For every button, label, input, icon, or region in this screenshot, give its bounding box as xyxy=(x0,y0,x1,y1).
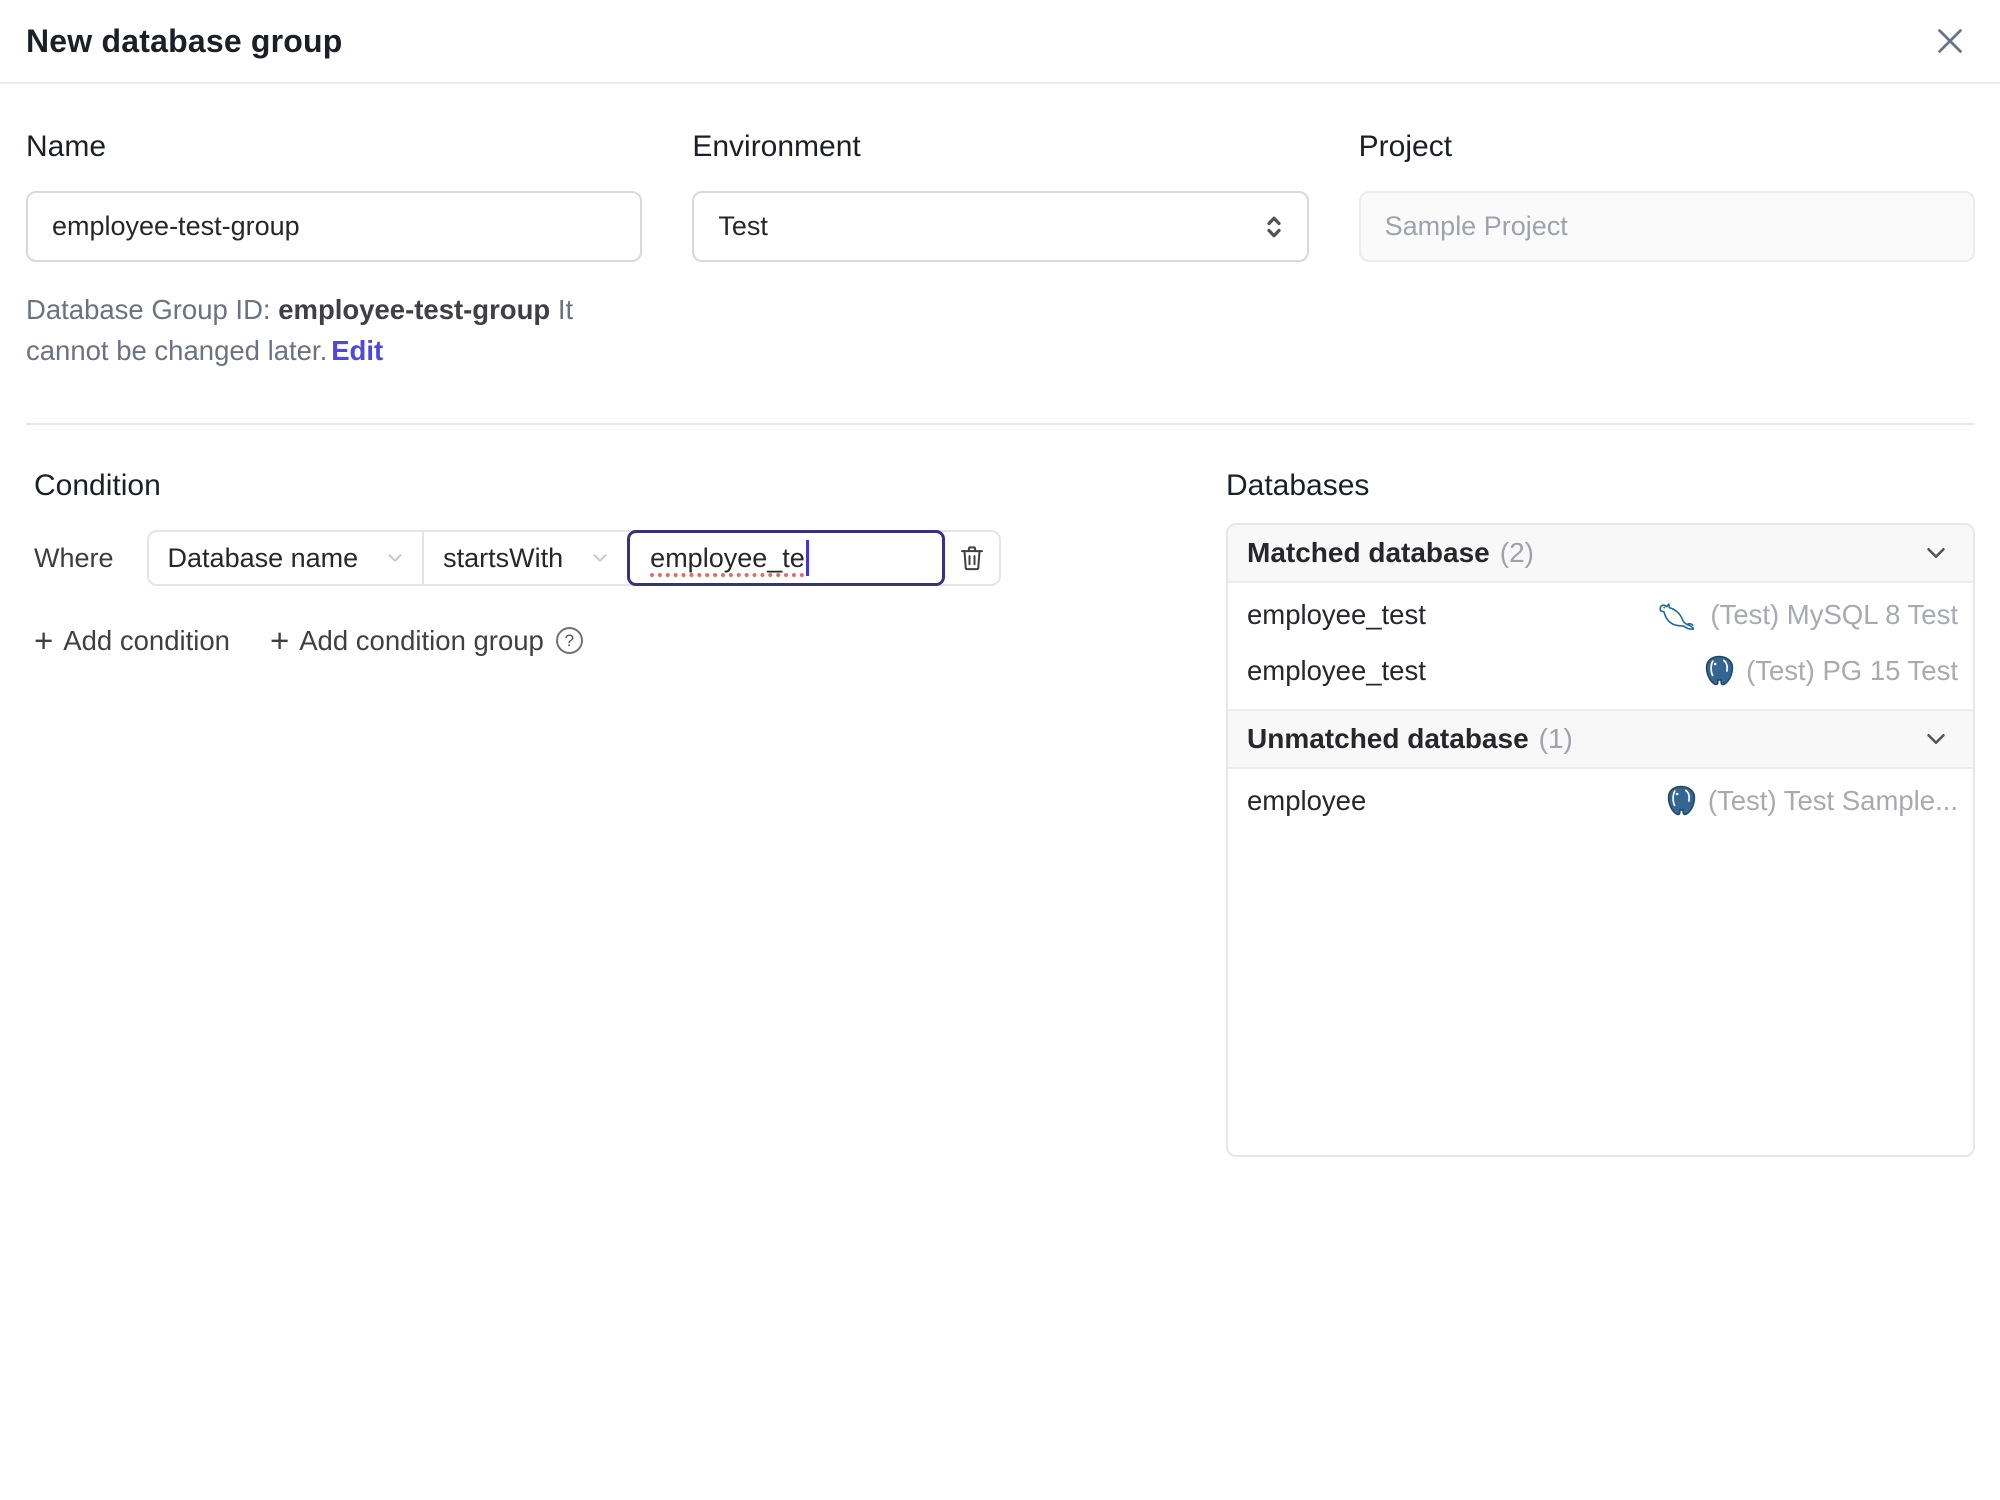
condition-value-text: employee_te xyxy=(650,542,805,573)
condition-row: Where Database name startsWith employee_… xyxy=(34,530,1226,586)
chevron-down-icon xyxy=(384,547,406,569)
unmatched-database-count: (1) xyxy=(1538,723,1573,754)
environment-select[interactable]: Test xyxy=(692,191,1309,262)
add-condition-label: Add condition xyxy=(63,624,230,656)
plus-icon: + xyxy=(269,622,290,659)
name-label: Name xyxy=(26,130,107,163)
databases-panel-empty-space xyxy=(1228,839,1973,1155)
add-condition-group-button[interactable]: + Add condition group ? xyxy=(270,624,583,657)
database-row[interactable]: employee (Test) Test Sample... xyxy=(1228,773,1973,829)
group-id-value: employee-test-group xyxy=(278,294,551,325)
condition-section: Condition Where Database name startsWith… xyxy=(26,469,1226,657)
unmatched-database-rows: employee (Test) Test Sample... xyxy=(1228,769,1973,839)
unmatched-database-header[interactable]: Unmatched database (1) xyxy=(1228,709,1973,769)
matched-database-header[interactable]: Matched database (2) xyxy=(1228,525,1973,583)
project-label: Project xyxy=(1358,130,1453,163)
database-instance-label: (Test) MySQL 8 Test xyxy=(1710,599,1958,630)
condition-value-input[interactable]: employee_te xyxy=(627,530,946,586)
database-instance-label: (Test) Test Sample... xyxy=(1707,785,1958,816)
close-icon xyxy=(1932,23,1968,59)
condition-operator-value: startsWith xyxy=(443,542,564,573)
matched-database-rows: employee_test (Test) MySQL 8 Test employ… xyxy=(1228,583,1973,709)
environment-selected-value: Test xyxy=(718,211,768,241)
environment-field-group: Environment Test xyxy=(692,130,1309,371)
text-caret xyxy=(805,540,809,576)
postgresql-icon xyxy=(1701,653,1737,689)
collapse-chevron-icon xyxy=(1921,538,1951,568)
add-condition-group-label: Add condition group xyxy=(299,624,544,656)
databases-panel: Matched database (2) employee_test (Test… xyxy=(1226,523,1975,1157)
edit-link[interactable]: Edit xyxy=(331,335,383,366)
condition-operator-select[interactable]: startsWith xyxy=(424,532,627,584)
form-grid: Name Database Group ID: employee-test-gr… xyxy=(26,130,1975,371)
dialog-header: New database group xyxy=(0,0,2000,84)
database-name: employee xyxy=(1247,785,1367,816)
databases-section: Databases Matched database (2) employee_t… xyxy=(1226,469,1975,1157)
environment-label: Environment xyxy=(692,130,861,163)
database-row[interactable]: employee_test (Test) MySQL 8 Test xyxy=(1228,587,1973,643)
database-name: employee_test xyxy=(1247,599,1426,630)
project-input xyxy=(1358,191,1975,262)
condition-actions: + Add condition + Add condition group ? xyxy=(34,624,1226,657)
unmatched-database-title: Unmatched database (1) xyxy=(1247,723,1573,754)
postgresql-icon xyxy=(1663,783,1699,819)
condition-heading: Condition xyxy=(34,469,161,502)
database-instance: (Test) PG 15 Test xyxy=(1701,653,1958,689)
select-stepper-icon xyxy=(1259,212,1289,242)
database-instance-label: (Test) PG 15 Test xyxy=(1746,655,1958,686)
trash-icon xyxy=(957,543,987,573)
condition-factor-value: Database name xyxy=(167,542,359,573)
database-instance: (Test) MySQL 8 Test xyxy=(1657,597,1958,633)
group-id-note-prefix: Database Group ID: xyxy=(26,294,279,325)
close-button[interactable] xyxy=(1928,19,1972,63)
name-field-group: Name Database Group ID: employee-test-gr… xyxy=(26,130,643,371)
database-row[interactable]: employee_test (Test) PG 15 Test xyxy=(1228,643,1973,699)
group-id-note: Database Group ID: employee-test-group I… xyxy=(26,289,642,371)
dialog-title: New database group xyxy=(26,22,343,59)
mysql-icon xyxy=(1657,597,1701,633)
name-input[interactable] xyxy=(26,191,643,262)
database-name: employee_test xyxy=(1247,655,1426,686)
condition-factor-select[interactable]: Database name xyxy=(149,532,423,584)
section-divider xyxy=(26,423,1975,425)
chevron-down-icon xyxy=(589,547,611,569)
databases-heading: Databases xyxy=(1226,469,1370,502)
matched-database-count: (2) xyxy=(1499,537,1534,568)
condition-expression-group: Database name startsWith employee_te xyxy=(146,530,1002,586)
where-label: Where xyxy=(34,542,114,573)
project-field-group: Project xyxy=(1358,130,1975,371)
collapse-chevron-icon xyxy=(1921,724,1951,754)
database-instance: (Test) Test Sample... xyxy=(1663,783,1958,819)
add-condition-button[interactable]: + Add condition xyxy=(34,624,230,657)
plus-icon: + xyxy=(34,622,54,659)
help-icon[interactable]: ? xyxy=(555,627,583,654)
delete-condition-button[interactable] xyxy=(945,532,999,584)
matched-database-title: Matched database (2) xyxy=(1247,537,1534,568)
